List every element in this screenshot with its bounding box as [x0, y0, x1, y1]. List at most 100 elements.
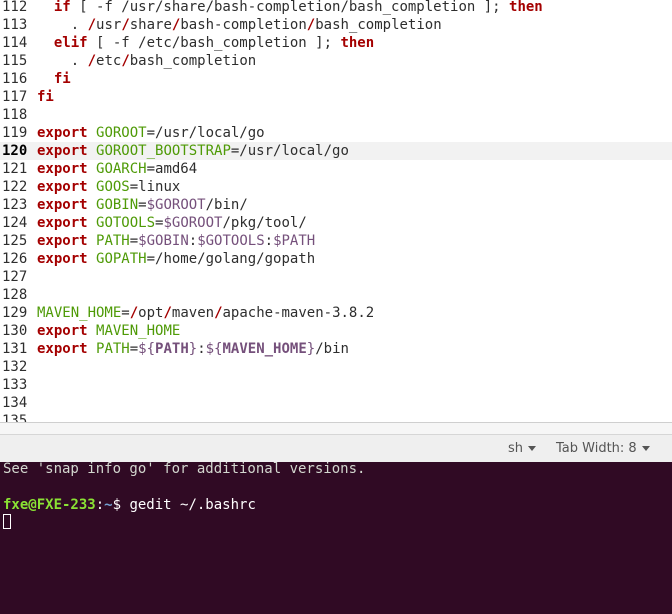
text-token: [ -f /usr/share/bash-completion/bash_com…	[70, 0, 510, 15]
keyword-token: export	[37, 143, 88, 159]
text-token: =	[138, 197, 147, 213]
keyword-token: export	[37, 161, 88, 177]
tab-width-selector[interactable]: Tab Width: 8	[556, 441, 650, 457]
keyword-token: export	[37, 215, 88, 231]
line-number: 123	[2, 197, 28, 213]
line-number: 134	[2, 395, 28, 411]
code-line[interactable]: 130 export MAVEN_HOME	[0, 322, 672, 340]
code-text: export GOPATH=/home/golang/gopath	[37, 250, 315, 268]
code-text: export MAVEN_HOME	[37, 322, 180, 340]
code-line[interactable]: 112 if [ -f /usr/share/bash-completion/b…	[0, 0, 672, 16]
prompt-separator: :	[95, 497, 105, 513]
expansion-token: ${	[205, 341, 223, 357]
line-number: 132	[2, 359, 28, 375]
expansion-token: ${	[138, 341, 156, 357]
keyword-token: export	[37, 341, 88, 357]
variable-token: MAVEN_HOME	[96, 323, 181, 339]
code-text: fi	[37, 70, 71, 88]
code-text: export GOARCH=amd64	[37, 160, 197, 178]
code-line[interactable]: 134	[0, 394, 672, 412]
code-text: . /etc/bash_completion	[37, 52, 256, 70]
text-token: /pkg/tool/	[222, 215, 307, 231]
code-line[interactable]: 114 elif [ -f /etc/bash_completion ]; th…	[0, 34, 672, 52]
text-token: :	[197, 341, 206, 357]
keyword-token: then	[340, 35, 375, 51]
code-line[interactable]: 117 fi	[0, 88, 672, 106]
text-token: bash-completion	[180, 17, 307, 33]
code-line[interactable]: 116 fi	[0, 70, 672, 88]
text-token: =amd64	[146, 161, 198, 177]
code-line[interactable]: 132	[0, 358, 672, 376]
code-text: export GOROOT_BOOTSTRAP=/usr/local/go	[37, 142, 349, 160]
code-line[interactable]: 135	[0, 412, 672, 422]
code-text: export GOROOT=/usr/local/go	[37, 124, 265, 142]
text-token: .	[70, 17, 88, 33]
code-line[interactable]: 133	[0, 376, 672, 394]
terminal-window[interactable]: See 'snap info go' for additional versio…	[0, 462, 672, 614]
chevron-down-icon	[641, 446, 650, 451]
text-token: bash_completion	[315, 17, 442, 33]
terminal-command: gedit ~/.bashrc	[129, 497, 256, 513]
code-line[interactable]: 127	[0, 268, 672, 286]
line-number: 126	[2, 251, 28, 267]
path-separator-token: /	[121, 53, 130, 69]
line-number: 119	[2, 125, 28, 141]
text-token: =linux	[129, 179, 181, 195]
prompt-symbol: $	[112, 497, 130, 513]
line-number: 115	[2, 53, 28, 69]
variable-token: GOTOOLS	[96, 215, 156, 231]
line-number: 122	[2, 179, 28, 195]
language-selector[interactable]: sh	[508, 441, 537, 457]
line-number: 116	[2, 71, 28, 87]
code-line[interactable]: 118	[0, 106, 672, 124]
keyword-token: fi	[53, 71, 71, 87]
expansion-token: $GOROOT	[146, 197, 206, 213]
expansion-token: $GOROOT	[163, 215, 223, 231]
expansion-name-token: MAVEN_HOME	[222, 341, 307, 357]
code-text: export GOOS=linux	[37, 178, 180, 196]
line-number: 124	[2, 215, 28, 231]
code-text: . /usr/share/bash-completion/bash_comple…	[37, 16, 442, 34]
code-line[interactable]: 120 export GOROOT_BOOTSTRAP=/usr/local/go	[0, 142, 672, 160]
text-token: =/usr/local/go	[230, 143, 349, 159]
line-number: 128	[2, 287, 28, 303]
keyword-token: export	[37, 251, 88, 267]
code-line[interactable]: 122 export GOOS=linux	[0, 178, 672, 196]
keyword-token: if	[53, 0, 71, 15]
line-number: 120	[2, 143, 28, 159]
code-line[interactable]: 119 export GOROOT=/usr/local/go	[0, 124, 672, 142]
code-line[interactable]: 128	[0, 286, 672, 304]
expansion-token: }	[306, 341, 316, 357]
code-line[interactable]: 123 export GOBIN=$GOROOT/bin/	[0, 196, 672, 214]
line-number: 121	[2, 161, 28, 177]
code-line[interactable]: 113 . /usr/share/bash-completion/bash_co…	[0, 16, 672, 34]
keyword-token: export	[37, 179, 88, 195]
variable-token: GOROOT_BOOTSTRAP	[96, 143, 231, 159]
text-token: etc	[96, 53, 122, 69]
code-line[interactable]: 125 export PATH=$GOBIN:$GOTOOLS:$PATH	[0, 232, 672, 250]
code-text: export GOTOOLS=$GOROOT/pkg/tool/	[37, 214, 307, 232]
variable-token: GOPATH	[96, 251, 147, 267]
code-line[interactable]: 131 export PATH=${PATH}:${MAVEN_HOME}/bin	[0, 340, 672, 358]
code-text: fi	[37, 88, 54, 106]
line-number: 135	[2, 413, 28, 422]
path-separator-token: /	[306, 17, 316, 33]
keyword-token: export	[37, 197, 88, 213]
code-text: MAVEN_HOME=/opt/maven/apache-maven-3.8.2	[37, 304, 374, 322]
code-line[interactable]: 129 MAVEN_HOME=/opt/maven/apache-maven-3.…	[0, 304, 672, 322]
path-separator-token: /	[163, 305, 172, 321]
gedit-text-area[interactable]: 112 if [ -f /usr/share/bash-completion/b…	[0, 0, 672, 422]
code-line[interactable]: 115 . /etc/bash_completion	[0, 52, 672, 70]
code-line[interactable]: 121 export GOARCH=amd64	[0, 160, 672, 178]
line-number: 113	[2, 17, 28, 33]
code-line[interactable]: 126 export GOPATH=/home/golang/gopath	[0, 250, 672, 268]
code-line[interactable]: 124 export GOTOOLS=$GOROOT/pkg/tool/	[0, 214, 672, 232]
